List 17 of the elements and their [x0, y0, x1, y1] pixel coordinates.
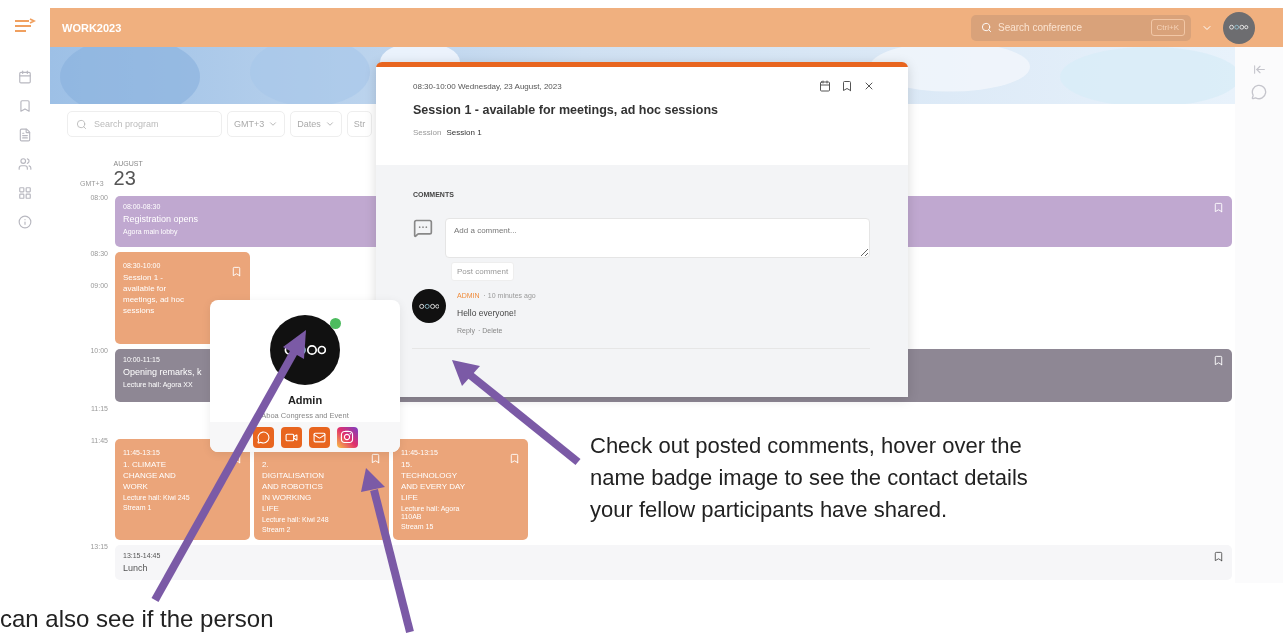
session-title: Session 1 - available for meetings, ad hoc sessions — [413, 103, 719, 117]
event-title: Session 1 - available for meetings, ad hoc sessions — [123, 272, 185, 317]
event-title: Lunch — [123, 562, 148, 576]
callout-text: Check out posted comments, hover over the name badge image to see the contact details your fellow participants have shared. — [590, 432, 1029, 524]
event-title: 2. DIGITALISATION AND ROBOTICS IN WORKING LIFE — [262, 459, 325, 515]
event-title: Opening remarks, k — [123, 366, 202, 380]
event-title: Registration opens — [123, 212, 199, 226]
caption-text: can also see if the person — [0, 604, 274, 634]
session-type-label: Session — [413, 128, 442, 137]
comment-text: Hello everyone! — [457, 308, 518, 318]
event-title: 1. CLIMATE CHANGE AND WORK — [123, 459, 177, 493]
profile-name: Admin — [287, 394, 323, 406]
session-datetime: 08:30-10:00 Wednesday, 23 August, 2023 — [413, 81, 563, 91]
app-title: WORK2023 — [62, 21, 123, 34]
event-title: 15. TECHNOLOGY AND EVERY DAY LIFE — [401, 459, 466, 504]
day-number: 23 — [113, 166, 137, 190]
session-type-value: Session 1 — [446, 128, 482, 137]
